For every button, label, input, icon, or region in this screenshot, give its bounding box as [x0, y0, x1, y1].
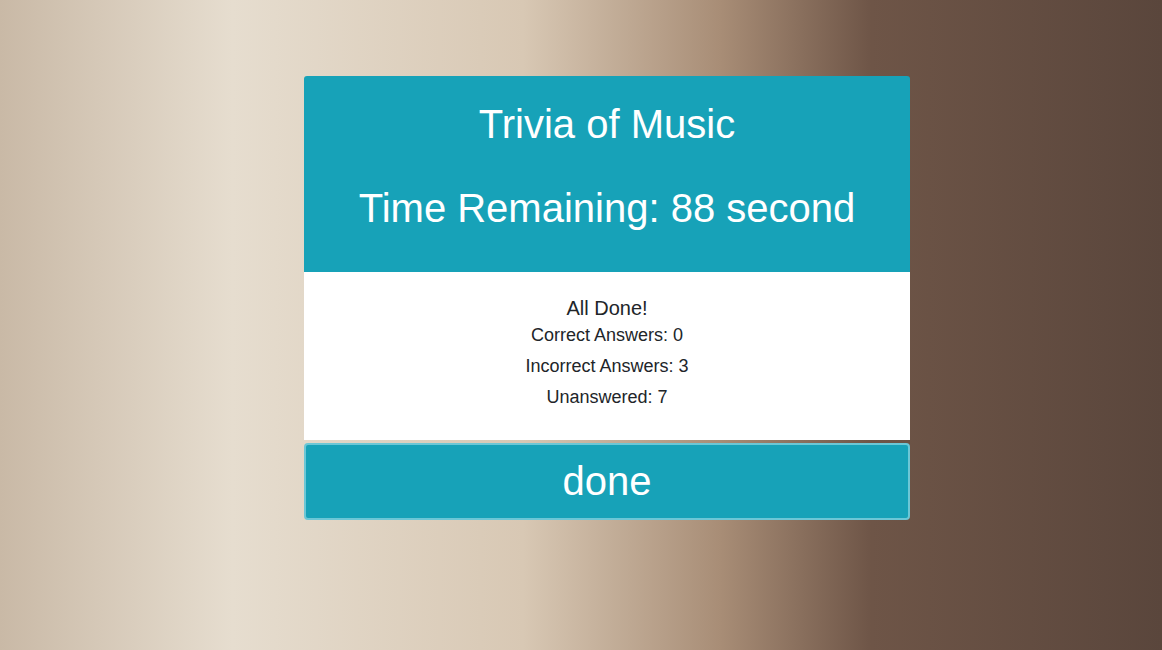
time-remaining: Time Remaining: 88 second [304, 178, 910, 238]
result-stat: Correct Answers: 0 [304, 320, 910, 351]
result-stat: Incorrect Answers: 3 [304, 351, 910, 382]
card-header: Trivia of Music Time Remaining: 88 secon… [304, 76, 910, 272]
app-title: Trivia of Music [304, 94, 910, 154]
results-panel: All Done! Correct Answers: 0Incorrect An… [304, 272, 910, 440]
result-stat: Unanswered: 7 [304, 382, 910, 413]
trivia-card: Trivia of Music Time Remaining: 88 secon… [304, 0, 910, 520]
done-button[interactable]: done [304, 443, 910, 520]
page-background: Trivia of Music Time Remaining: 88 secon… [0, 0, 1162, 650]
results-heading: All Done! [304, 296, 910, 320]
